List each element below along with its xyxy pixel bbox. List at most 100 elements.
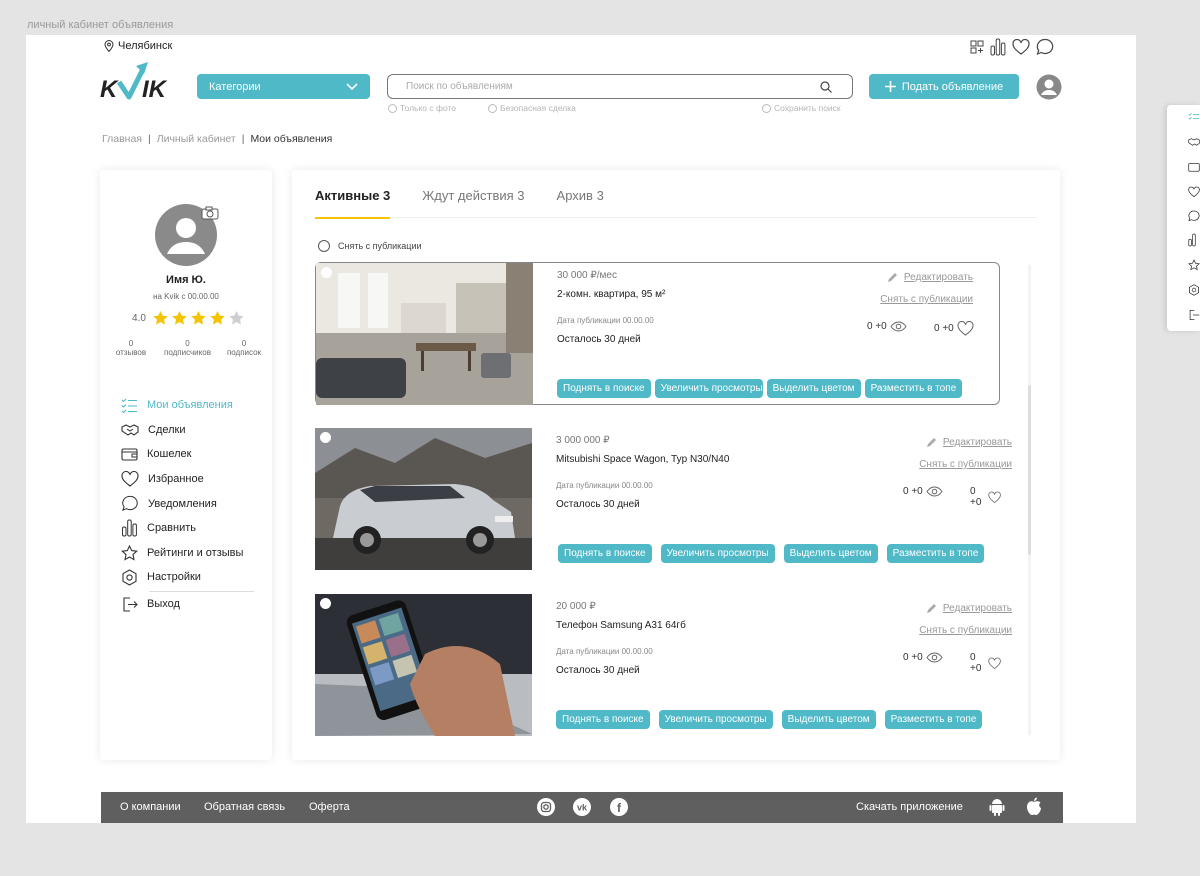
- edit-link[interactable]: Редактировать: [926, 437, 1012, 448]
- chat-icon[interactable]: [1188, 209, 1200, 227]
- vk-icon[interactable]: vk: [572, 797, 592, 817]
- listing-card[interactable]: 3 000 000 ₽ Mitsubishi Space Wagon, Typ …: [315, 428, 1012, 571]
- listing-date: Дата публикации 00.00.00: [556, 481, 653, 490]
- highlight-color-button[interactable]: Выделить цветом: [766, 379, 861, 398]
- wallet-icon[interactable]: [1188, 160, 1200, 178]
- logout-icon[interactable]: [1188, 308, 1200, 326]
- scrollbar-thumb[interactable]: [1028, 385, 1031, 555]
- eye-icon: [890, 321, 907, 332]
- camera-icon[interactable]: [201, 206, 219, 220]
- instagram-icon[interactable]: [536, 797, 556, 817]
- settings-icon[interactable]: [1188, 283, 1200, 301]
- listing-select-radio[interactable]: [320, 598, 331, 609]
- sidebar-item-deals[interactable]: Сделки: [121, 418, 254, 443]
- edit-link[interactable]: Редактировать: [926, 603, 1012, 614]
- sidebar-item-wallet[interactable]: Кошелек: [121, 442, 254, 467]
- listing-card[interactable]: 20 000 ₽ Телефон Samsung A31 64гб Дата п…: [315, 594, 1012, 737]
- option-only-photo[interactable]: Только с фото: [388, 103, 456, 113]
- compare-icon[interactable]: [1188, 233, 1200, 252]
- logout-icon: [123, 596, 138, 612]
- heart-icon: [988, 657, 1002, 669]
- raise-in-search-button[interactable]: Поднять в поиске: [558, 544, 652, 563]
- checklist-icon[interactable]: [1188, 111, 1200, 130]
- stat-subscribers[interactable]: 0 подписчиков: [162, 339, 214, 357]
- radio-icon: [762, 103, 771, 113]
- pencil-icon: [926, 604, 936, 613]
- search-input[interactable]: Поиск по объявлениям: [387, 74, 853, 99]
- increase-views-button[interactable]: Увеличить просмотры: [654, 379, 763, 398]
- listing-title[interactable]: 2-комн. квартира, 95 м²: [557, 289, 665, 300]
- sidebar-item-label: Выход: [147, 598, 180, 611]
- sidebar-item-ratings[interactable]: Рейтинги и отзывы: [121, 541, 254, 566]
- footer-link-about[interactable]: О компании: [120, 801, 181, 813]
- option-save-search[interactable]: Сохранить поиск: [762, 103, 841, 113]
- chat-icon[interactable]: [1036, 38, 1054, 56]
- stat-subscriptions[interactable]: 0 подписок: [218, 339, 270, 357]
- categories-button[interactable]: Категории: [197, 74, 370, 99]
- footer-link-feedback[interactable]: Обратная связь: [204, 801, 285, 813]
- breadcrumb: Главная | Личный кабинет | Мои объявлени…: [102, 133, 332, 145]
- compare-icon[interactable]: [990, 38, 1006, 56]
- listing-select-radio[interactable]: [321, 267, 332, 278]
- breadcrumb-cabinet[interactable]: Личный кабинет: [157, 133, 236, 145]
- likes-value: 0 +0: [970, 652, 982, 674]
- footer-link-offer[interactable]: Оферта: [309, 801, 350, 813]
- grid-plus-icon[interactable]: [970, 40, 984, 54]
- city-selector[interactable]: Челябинск: [104, 40, 172, 52]
- star-icon[interactable]: [1188, 258, 1200, 276]
- unpublish-link[interactable]: Снять с публикации: [919, 625, 1012, 636]
- listing-days-left: Осталось 30 дней: [556, 665, 640, 676]
- post-ad-button[interactable]: Подать объявление: [869, 74, 1019, 99]
- sidebar-item-settings[interactable]: Настройки: [121, 565, 254, 590]
- listing-card[interactable]: 30 000 ₽/мес 2-комн. квартира, 95 м² Дат…: [315, 262, 1000, 405]
- header-icons: [970, 38, 1054, 56]
- tab-archive[interactable]: Архив 3: [557, 188, 604, 218]
- ads-panel: Активные 3 Ждут действия 3 Архив 3 Снять…: [292, 170, 1060, 760]
- place-on-top-button[interactable]: Разместить в топе: [886, 544, 985, 563]
- tab-waiting[interactable]: Ждут действия 3: [422, 188, 524, 218]
- raise-in-search-button[interactable]: Поднять в поиске: [556, 710, 650, 729]
- option-safe-deal[interactable]: Безопасная сделка: [488, 103, 576, 113]
- stat-reviews[interactable]: 0 отзывов: [105, 339, 157, 357]
- android-icon[interactable]: [989, 798, 1005, 816]
- sidebar-item-compare[interactable]: Сравнить: [121, 516, 254, 541]
- unpublish-link[interactable]: Снять с публикации: [919, 459, 1012, 470]
- listing-title[interactable]: Телефон Samsung A31 64гб: [556, 620, 686, 631]
- listing-days-left: Осталось 30 дней: [557, 334, 641, 345]
- listing-photo-car[interactable]: [315, 428, 532, 570]
- views-counter: 0 +0: [903, 486, 943, 497]
- tab-active[interactable]: Активные 3: [315, 188, 391, 219]
- listing-select-radio[interactable]: [320, 432, 331, 443]
- unpublish-all-option[interactable]: Снять с публикации: [318, 240, 422, 252]
- listing-photo-apartment[interactable]: [316, 263, 533, 405]
- user-avatar-icon[interactable]: [1036, 74, 1062, 100]
- place-on-top-button[interactable]: Разместить в топе: [884, 710, 983, 729]
- sidebar-item-my-ads[interactable]: Мои объявления: [121, 393, 254, 418]
- facebook-icon[interactable]: f: [609, 797, 629, 817]
- heart-icon[interactable]: [1012, 39, 1030, 55]
- views-value: 0 +0: [903, 652, 923, 663]
- increase-views-button[interactable]: Увеличить просмотры: [658, 710, 773, 729]
- heart-icon[interactable]: [1188, 185, 1200, 203]
- sidebar-item-favorites[interactable]: Избранное: [121, 467, 254, 492]
- sidebar-item-notifications[interactable]: Уведомления: [121, 491, 254, 516]
- highlight-color-button[interactable]: Выделить цветом: [783, 544, 878, 563]
- breadcrumb-home[interactable]: Главная: [102, 133, 142, 145]
- kvik-logo[interactable]: K IK: [100, 62, 182, 100]
- edit-link[interactable]: Редактировать: [887, 272, 973, 283]
- apple-icon[interactable]: [1026, 797, 1042, 816]
- raise-in-search-button[interactable]: Поднять в поиске: [557, 379, 651, 398]
- listing-actions: Поднять в поиске Увеличить просмотры Выд…: [558, 544, 985, 563]
- listing-photo-phone[interactable]: [315, 594, 532, 736]
- handshake-icon[interactable]: [1188, 135, 1200, 153]
- checklist-icon: [121, 398, 137, 414]
- place-on-top-button[interactable]: Разместить в топе: [864, 379, 963, 398]
- unpublish-link[interactable]: Снять с публикации: [880, 294, 973, 305]
- increase-views-button[interactable]: Увеличить просмотры: [660, 544, 775, 563]
- sidebar-item-logout[interactable]: Выход: [121, 592, 254, 617]
- search-icon[interactable]: [820, 80, 832, 93]
- highlight-color-button[interactable]: Выделить цветом: [781, 710, 876, 729]
- listing-title[interactable]: Mitsubishi Space Wagon, Typ N30/N40: [556, 454, 729, 465]
- likes-counter: 0 +0: [970, 486, 1002, 508]
- chat-icon: [122, 496, 138, 512]
